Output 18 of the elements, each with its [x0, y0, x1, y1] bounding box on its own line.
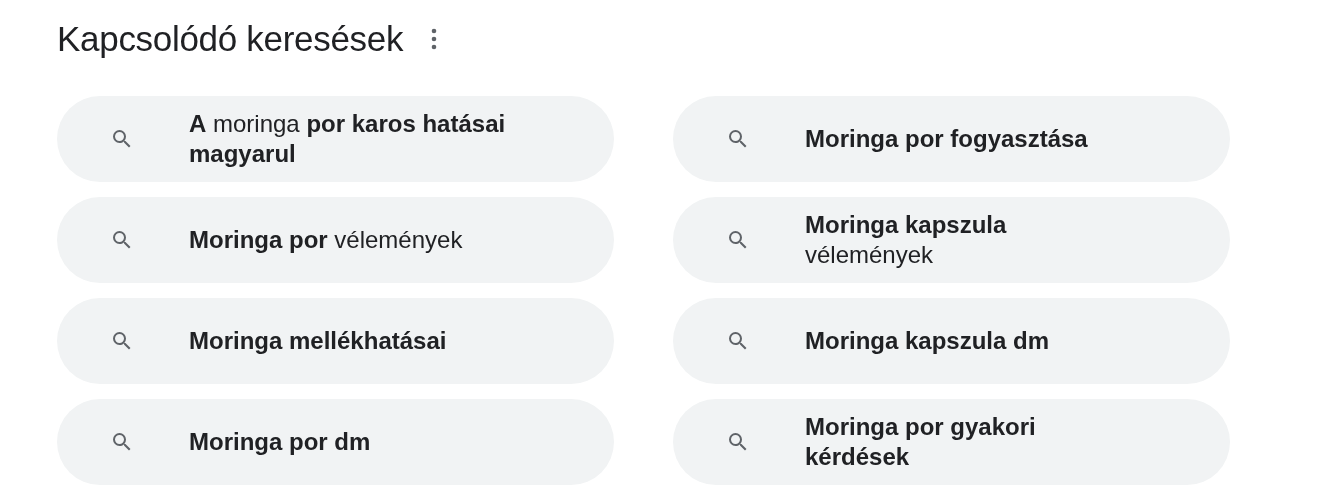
- more-options-icon[interactable]: [431, 28, 438, 50]
- related-search-chip[interactable]: Moringa mellékhatásai: [57, 298, 614, 384]
- suggestion-text: Moringa por fogyasztása: [805, 124, 1088, 154]
- suggestion-text: Moringa por gyakori kérdések: [805, 412, 1037, 472]
- related-search-chip[interactable]: Moringa por vélemények: [57, 197, 614, 283]
- suggestion-text: Moringa por dm: [189, 427, 371, 457]
- section-title: Kapcsolódó keresések: [57, 19, 404, 59]
- related-search-chip[interactable]: Moringa kapszula vélemények: [673, 197, 1230, 283]
- suggestion-text: A moringa por karos hatásai magyarul: [189, 109, 507, 169]
- related-search-chip[interactable]: Moringa por gyakori kérdések: [673, 399, 1230, 485]
- related-search-chip[interactable]: Moringa kapszula dm: [673, 298, 1230, 384]
- suggestion-text: Moringa kapszula vélemények: [805, 210, 1008, 270]
- suggestion-text: Moringa kapszula dm: [805, 326, 1050, 356]
- related-search-chip[interactable]: Moringa por fogyasztása: [673, 96, 1230, 182]
- suggestion-text: Moringa por vélemények: [189, 225, 463, 255]
- related-search-chip[interactable]: A moringa por karos hatásai magyarul: [57, 96, 614, 182]
- related-search-chip[interactable]: Moringa por dm: [57, 399, 614, 485]
- suggestion-text: Moringa mellékhatásai: [189, 326, 447, 356]
